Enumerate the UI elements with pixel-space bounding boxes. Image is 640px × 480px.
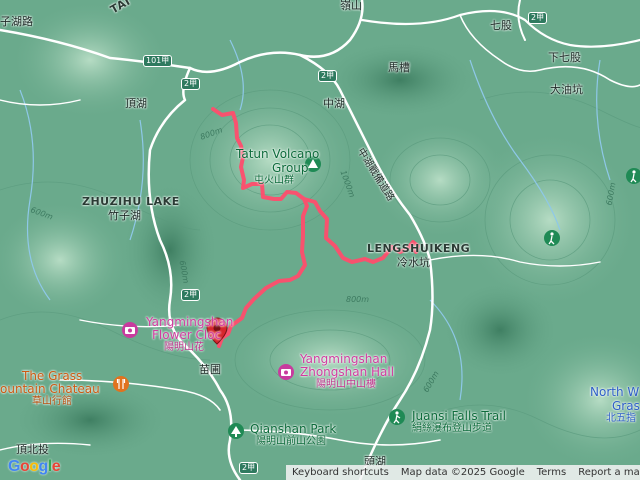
- poi-label-north-zh[interactable]: 北五指: [606, 414, 636, 424]
- poi-label-zhongshan-1[interactable]: Yangmingshan: [300, 353, 387, 365]
- poi-label-north-2[interactable]: Gras: [612, 400, 640, 412]
- place-label-xia-qi-gu: 下七股: [548, 51, 581, 64]
- road-shield-101: 101甲: [143, 55, 173, 67]
- road-shield-2: 2甲: [181, 78, 201, 90]
- place-label-zhuzihu-en: ZHUZIHU LAKE: [82, 195, 180, 208]
- place-label-ling-shan: 嶺山: [340, 0, 362, 12]
- road-shield-2: 2甲: [528, 12, 548, 24]
- poi-label-north-1[interactable]: North W: [590, 386, 639, 398]
- place-label-ding-bei-tou: 頂北投: [16, 443, 49, 456]
- tree-park-icon[interactable]: [228, 423, 244, 439]
- road-shield-2: 2甲: [239, 462, 259, 474]
- place-label-da-you-keng: 大油坑: [550, 83, 583, 96]
- poi-label-tatun-1[interactable]: Tatun Volcano: [236, 148, 319, 160]
- map-canvas[interactable]: 子湖路 TAI 嶺山 七股 下七股 馬槽 大油坑 頂湖 中湖 中湖戰備道路 ZH…: [0, 0, 640, 480]
- poi-label-zhongshan-2[interactable]: Zhongshan Hall: [300, 366, 394, 378]
- google-logo-letter: o: [29, 458, 39, 475]
- place-label-miao-pu: 苗圃: [199, 363, 221, 376]
- google-logo: Google: [8, 458, 61, 476]
- camera-photo-icon[interactable]: [122, 322, 138, 338]
- terms-link[interactable]: Terms: [531, 467, 572, 478]
- place-label-lengshuikeng-en: LENGSHUIKENG: [367, 242, 471, 255]
- poi-label-qianshan[interactable]: Qianshan Park: [250, 423, 336, 435]
- google-logo-letter: g: [38, 458, 49, 475]
- map-footer: Keyboard shortcuts Map data ©2025 Google…: [286, 465, 640, 480]
- camera-photo-icon[interactable]: [278, 364, 294, 380]
- google-logo-letter: o: [19, 458, 30, 475]
- contour-label: 800m: [346, 295, 370, 304]
- poi-label-tatun-zh[interactable]: 屯火山群: [254, 176, 294, 186]
- poi-label-zhongshan-zh[interactable]: 陽明山中山樓: [316, 380, 376, 390]
- poi-label-qianshan-zh[interactable]: 陽明山前山公園: [256, 437, 326, 447]
- road-shield-2: 2甲: [181, 289, 201, 301]
- poi-label-juansi[interactable]: Juansi Falls Trail: [412, 410, 506, 422]
- report-map-error-link[interactable]: Report a map error: [572, 467, 640, 478]
- place-label-qi-gu: 七股: [490, 19, 512, 32]
- place-label-zhong-hu: 中湖: [323, 97, 345, 110]
- place-label-ma-cao: 馬槽: [388, 61, 410, 74]
- poi-label-tatun-2[interactable]: Group: [272, 162, 309, 174]
- poi-label-chateau-1[interactable]: The Grass: [22, 370, 82, 382]
- google-logo-letter: G: [8, 458, 20, 475]
- place-label-zi-hu-road: 子湖路: [0, 15, 33, 28]
- poi-label-flower-clock-2[interactable]: Flower Cloc: [152, 329, 221, 341]
- place-label-ding-hu: 頂湖: [125, 97, 147, 110]
- poi-label-chateau-zh[interactable]: 草山行館: [32, 397, 72, 407]
- place-label-zhuzihu-zh: 竹子湖: [108, 209, 141, 222]
- road-shield-2: 2甲: [318, 70, 338, 82]
- poi-label-flower-clock-1[interactable]: Yangmingshan: [146, 316, 233, 328]
- google-logo-letter: e: [51, 458, 61, 475]
- hiking-trail-icon[interactable]: [389, 409, 405, 425]
- place-label-lengshuikeng-zh: 冷水坑: [397, 256, 430, 269]
- restaurant-icon[interactable]: [113, 376, 129, 392]
- map-data-attribution: Map data ©2025 Google: [400, 467, 525, 478]
- poi-label-juansi-zh[interactable]: 絹絲瀑布登山步道: [412, 424, 492, 434]
- poi-label-chateau-2[interactable]: ountain Chateau: [0, 383, 100, 395]
- hiking-trail-icon[interactable]: [544, 230, 560, 246]
- poi-label-flower-clock-zh[interactable]: 陽明山花: [164, 343, 204, 353]
- valley-shade: [440, 280, 560, 380]
- keyboard-shortcuts-link[interactable]: Keyboard shortcuts: [286, 467, 395, 478]
